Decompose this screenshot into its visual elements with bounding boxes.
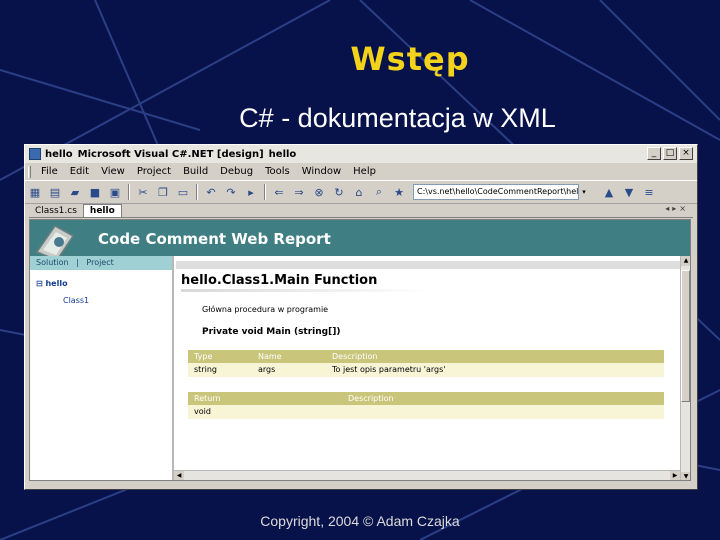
return-type: void: [194, 407, 211, 416]
options-icon[interactable]: ≡: [641, 184, 657, 200]
menu-build[interactable]: Build: [177, 166, 214, 177]
vertical-scrollbar[interactable]: ▲ ▼: [680, 256, 690, 480]
save-icon[interactable]: ■: [87, 184, 103, 200]
header-type: Type: [194, 352, 213, 361]
close-button[interactable]: ×: [679, 147, 693, 160]
table-header: Return Description: [188, 392, 664, 405]
redo-icon[interactable]: ↷: [223, 184, 239, 200]
tab-hello[interactable]: hello: [82, 204, 122, 217]
cut-icon[interactable]: ✂: [135, 184, 151, 200]
header-return: Return: [194, 394, 221, 403]
title-app: Microsoft Visual C#.NET [design]: [77, 148, 264, 160]
scroll-thumb[interactable]: [681, 270, 690, 402]
param-name: args: [258, 365, 276, 374]
param-type: string: [194, 365, 217, 374]
home-icon[interactable]: ⌂: [351, 184, 367, 200]
report-header: Code Comment Web Report: [30, 220, 690, 261]
report-title: Code Comment Web Report: [98, 230, 331, 248]
slide-title: Wstęp: [350, 40, 470, 78]
back-icon[interactable]: ⇐: [271, 184, 287, 200]
tab-controls[interactable]: ◂▸×: [665, 204, 689, 213]
parameters-table: Type Name Description string args To jes…: [188, 350, 664, 377]
menu-file[interactable]: File: [35, 166, 64, 177]
new-project-icon[interactable]: ▦: [27, 184, 43, 200]
scroll-right-icon[interactable]: ▶: [670, 471, 680, 480]
down-arrow-icon[interactable]: ▼: [621, 184, 637, 200]
title-divider: [181, 289, 431, 292]
add-item-icon[interactable]: ▤: [47, 184, 63, 200]
nav-separator: |: [76, 258, 79, 267]
menu-edit[interactable]: Edit: [64, 166, 95, 177]
tab-class1-cs[interactable]: Class1.cs: [29, 205, 83, 217]
param-description: To jest opis parametru 'args': [332, 365, 446, 374]
function-signature: Private void Main (string[]): [202, 327, 341, 337]
table-row: void: [188, 405, 664, 419]
stop-icon[interactable]: ⊗: [311, 184, 327, 200]
tree-item-hello[interactable]: ⊟ hello: [36, 279, 68, 288]
toolbar-separator: [128, 184, 130, 200]
header-name: Name: [258, 352, 282, 361]
scroll-down-icon[interactable]: ▼: [681, 472, 690, 480]
address-dropdown-icon[interactable]: ▾: [579, 184, 589, 200]
toolbar-separator: [196, 184, 198, 200]
document-tabs: Class1.cs hello ◂▸×: [29, 202, 693, 218]
paste-icon[interactable]: ▭: [175, 184, 191, 200]
title-bar[interactable]: hello Microsoft Visual C#.NET [design] h…: [25, 145, 697, 163]
nav-links: Solution | Project: [30, 256, 172, 270]
scroll-left-icon[interactable]: ◀: [174, 471, 184, 480]
favorites-icon[interactable]: ★: [391, 184, 407, 200]
detail-pane: hello.Class1.Main Function Główna proced…: [176, 256, 680, 480]
report-content: Code Comment Web Report Solution | Proje…: [29, 219, 691, 481]
navigate-icon[interactable]: ▸: [243, 184, 259, 200]
title-doc: hello: [268, 148, 297, 160]
slide-subtitle: C# - dokumentacja w XML: [239, 103, 556, 133]
forward-icon[interactable]: ⇒: [291, 184, 307, 200]
ide-window: hello Microsoft Visual C#.NET [design] h…: [24, 144, 698, 490]
copy-icon[interactable]: ❐: [155, 184, 171, 200]
header-description: Description: [348, 394, 394, 403]
menu-view[interactable]: View: [95, 166, 131, 177]
table-row: string args To jest opis parametru 'args…: [188, 363, 664, 377]
slide-footer: Copyright, 2004 © Adam Czajka: [260, 513, 460, 529]
undo-icon[interactable]: ↶: [203, 184, 219, 200]
toolbar-separator: [264, 184, 266, 200]
scroll-up-icon[interactable]: ▲: [681, 256, 690, 266]
table-header: Type Name Description: [188, 350, 664, 363]
function-description: Główna procedura w programie: [202, 305, 329, 314]
header-description: Description: [332, 352, 378, 361]
horizontal-scrollbar[interactable]: ◀ ▶: [174, 470, 680, 480]
title-project: hello: [45, 148, 73, 160]
app-icon: [29, 148, 41, 160]
search-icon[interactable]: ⌕: [371, 184, 387, 200]
refresh-icon[interactable]: ↻: [331, 184, 347, 200]
returns-table: Return Description void: [188, 392, 664, 419]
menu-help[interactable]: Help: [347, 166, 382, 177]
menu-bar: File Edit View Project Build Debug Tools…: [25, 163, 697, 180]
open-folder-icon[interactable]: ▰: [67, 184, 83, 200]
menu-window[interactable]: Window: [296, 166, 347, 177]
top-divider: [176, 261, 680, 269]
toolbar-grip-icon[interactable]: [28, 165, 31, 178]
maximize-button[interactable]: □: [663, 147, 677, 160]
nav-solution-link[interactable]: Solution: [36, 258, 69, 267]
window-controls: _ □ ×: [647, 147, 693, 160]
menu-project[interactable]: Project: [131, 166, 177, 177]
save-all-icon[interactable]: ▣: [107, 184, 123, 200]
tree-item-class1[interactable]: Class1: [63, 296, 89, 305]
minimize-button[interactable]: _: [647, 147, 661, 160]
menu-debug[interactable]: Debug: [214, 166, 259, 177]
toolbar: ▦ ▤ ▰ ■ ▣ ✂ ❐ ▭ ↶ ↷ ▸ ⇐ ⇒ ⊗ ↻ ⌂ ⌕ ★ C:\v…: [25, 180, 697, 204]
nav-project-link[interactable]: Project: [86, 258, 113, 267]
navigation-pane: Solution | Project ⊟ hello Class1: [30, 256, 174, 480]
up-arrow-icon[interactable]: ▲: [601, 184, 617, 200]
menu-tools[interactable]: Tools: [259, 166, 296, 177]
address-input[interactable]: C:\vs.net\hello\CodeCommentReport\hello: [413, 184, 579, 200]
function-title: hello.Class1.Main Function: [181, 273, 378, 288]
